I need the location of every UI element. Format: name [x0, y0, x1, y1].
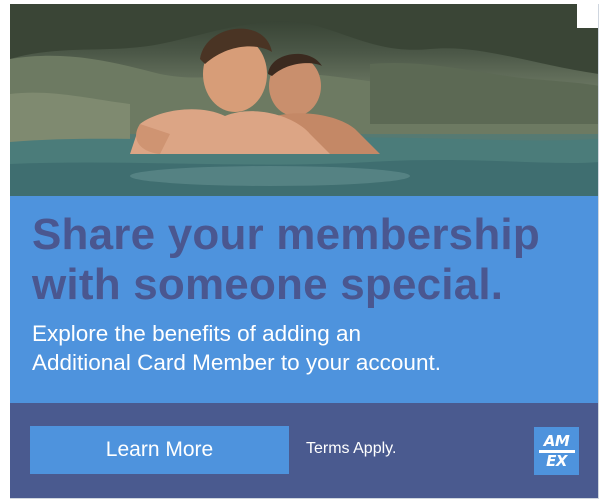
headline-block: Share your membership with someone speci… [10, 196, 598, 403]
corner-tag [577, 4, 598, 28]
learn-more-button[interactable]: Learn More [30, 426, 289, 474]
logo-line-1: AM [543, 431, 570, 450]
subhead-line-1: Explore the benefits of adding an [32, 321, 361, 346]
headline-line-2: with someone special. [32, 260, 504, 309]
logo-line-2: EX [546, 451, 567, 470]
footer-bar: Learn More Terms Apply. AM EX [10, 403, 598, 498]
terms-apply-link[interactable]: Terms Apply. [306, 440, 396, 458]
amex-logo: AM EX [534, 427, 579, 475]
headline: Share your membership with someone speci… [32, 210, 592, 310]
photo-illustration [10, 4, 598, 196]
headline-line-1: Share your membership [32, 210, 540, 259]
advertisement-banner[interactable]: Share your membership with someone speci… [10, 4, 599, 499]
hero-photo [10, 4, 598, 196]
subhead-line-2: Additional Card Member to your account. [32, 350, 441, 375]
subhead: Explore the benefits of adding an Additi… [32, 319, 592, 377]
